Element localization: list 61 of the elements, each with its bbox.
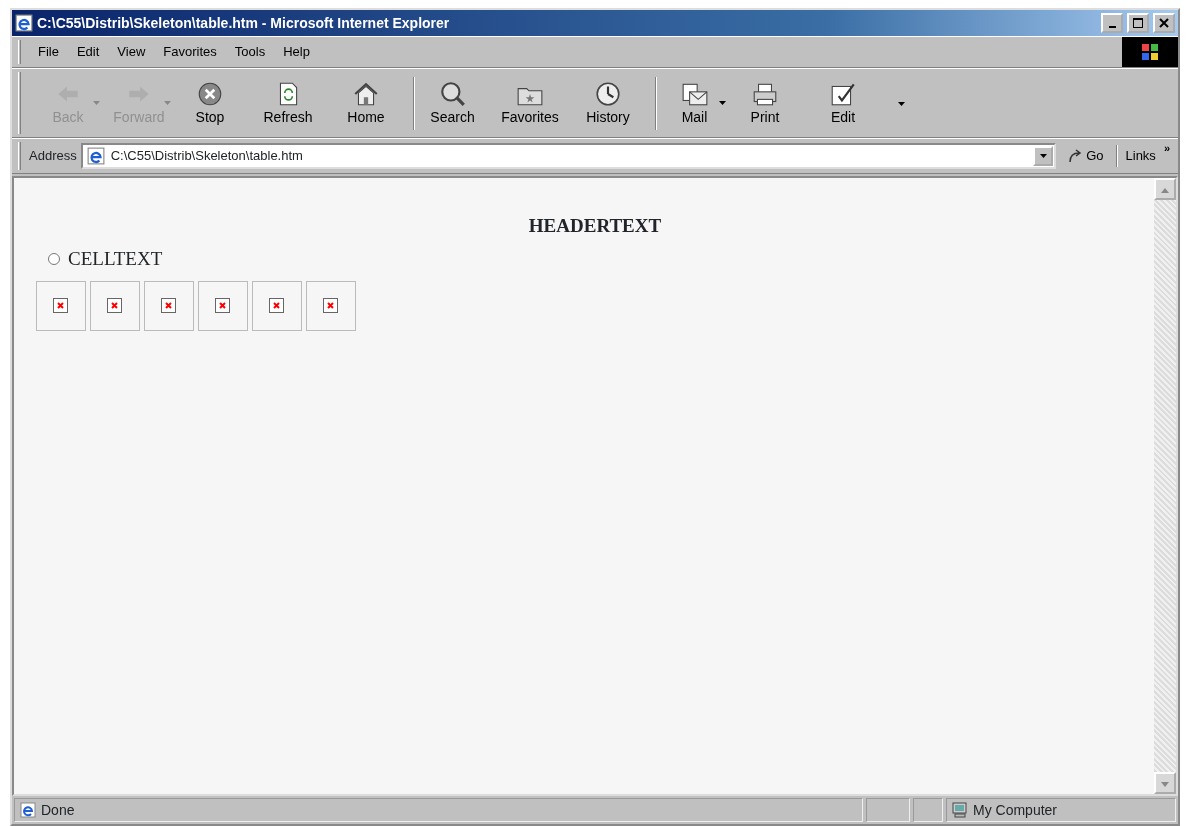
- maximize-button[interactable]: [1127, 13, 1149, 33]
- dropdown-caret-icon: [719, 101, 726, 105]
- address-label: Address: [29, 147, 77, 166]
- dropdown-caret-icon: [898, 101, 905, 106]
- dropdown-arrow-icon: [1039, 154, 1047, 158]
- zone-text: My Computer: [973, 800, 1058, 820]
- header-text: HEADERTEXT: [527, 214, 663, 238]
- toolbar-button[interactable]: Edit: [804, 76, 882, 130]
- links-button[interactable]: Links: [1121, 145, 1160, 167]
- window-title: C:\C55\Distrib\Skeleton\table.htm - Microsoft Internet Explorer: [37, 13, 451, 33]
- go-button[interactable]: Go: [1060, 145, 1112, 167]
- toolbar-button[interactable]: Stop: [171, 76, 249, 130]
- broken-image-icon: [161, 298, 177, 314]
- computer-icon: [952, 802, 968, 818]
- ie-page-icon: [15, 14, 33, 32]
- address-value: C:\C55\Distrib\Skeleton\table.htm: [110, 147, 304, 166]
- broken-image-icon: [269, 298, 285, 314]
- status-text: Done: [41, 800, 75, 820]
- scroll-down-button[interactable]: [1154, 772, 1176, 794]
- minimize-button[interactable]: [1101, 13, 1123, 33]
- minimize-icon: [1108, 26, 1116, 28]
- toolbar-button[interactable]: Home: [327, 76, 405, 130]
- down-arrow-icon: [1161, 782, 1169, 788]
- status-panel: [866, 798, 910, 822]
- menu-item[interactable]: View: [108, 39, 155, 65]
- radio-button[interactable]: [48, 252, 60, 265]
- stop-icon: [196, 80, 224, 107]
- links-more-button[interactable]: »: [1159, 139, 1174, 158]
- broken-image-icon: [53, 298, 69, 314]
- clock-icon: [594, 80, 622, 107]
- go-arrow-icon: [1068, 149, 1083, 163]
- toolbar-button[interactable]: Search: [413, 76, 491, 130]
- up-arrow-icon: [1161, 188, 1169, 194]
- menu-item[interactable]: Tools: [225, 39, 275, 65]
- broken-image-icon: [323, 298, 339, 314]
- menu-item[interactable]: Help: [274, 39, 319, 65]
- vertical-scrollbar[interactable]: [1154, 178, 1176, 794]
- menu-item[interactable]: Favorites: [154, 39, 226, 65]
- maximize-icon: [1132, 17, 1144, 29]
- ie-page-icon: [86, 147, 105, 165]
- menu-item[interactable]: File: [29, 39, 68, 65]
- magnifier-globe-icon: [438, 80, 467, 107]
- address-field[interactable]: C:\C55\Distrib\Skeleton\table.htm: [80, 143, 1057, 169]
- broken-image-icon: [107, 298, 123, 314]
- close-button[interactable]: [1153, 13, 1175, 33]
- menu-item[interactable]: Edit: [67, 39, 109, 65]
- address-dropdown-button[interactable]: [1033, 146, 1054, 166]
- toolbar-button[interactable]: History: [569, 76, 647, 130]
- radio-label: CELLTEXT: [68, 246, 163, 271]
- windows-flag-icon: [1140, 42, 1160, 62]
- toolbar-button[interactable]: Favorites: [491, 76, 569, 130]
- house-icon: [352, 80, 380, 107]
- broken-image-icon: [215, 298, 231, 314]
- toolbar-button[interactable]: Refresh: [249, 76, 327, 130]
- ie-page-icon: [20, 802, 36, 818]
- toolbar-button[interactable]: Mail: [655, 76, 733, 130]
- dropdown-caret-icon: [164, 101, 171, 105]
- status-panel: [913, 798, 943, 822]
- close-icon: [1158, 17, 1170, 29]
- scroll-up-button[interactable]: [1154, 178, 1176, 200]
- dropdown-caret-icon: [93, 101, 100, 105]
